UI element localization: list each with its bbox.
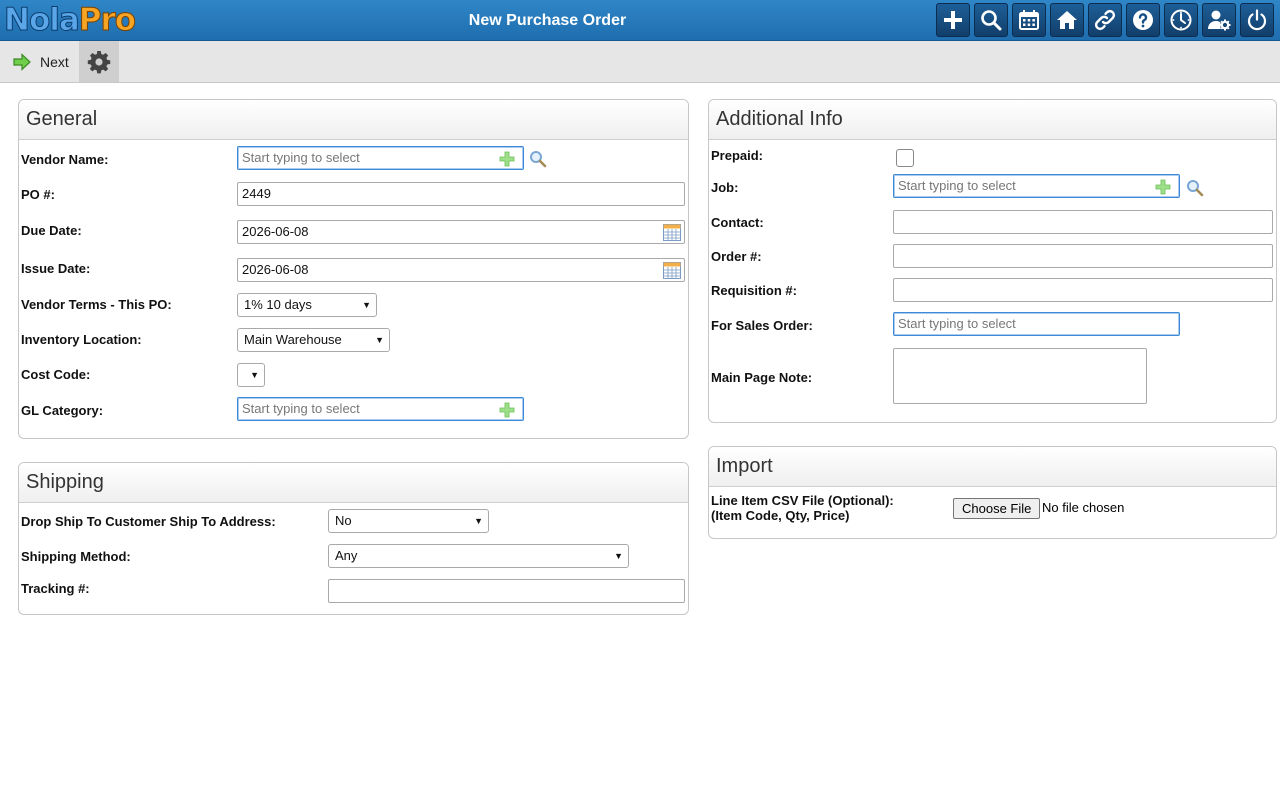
for-sales-order-input[interactable]: Start typing to select xyxy=(893,312,1180,336)
order-number-input[interactable] xyxy=(893,244,1273,268)
chevron-down-icon: ▼ xyxy=(250,370,259,380)
issue-date-value: 2026-06-08 xyxy=(242,262,309,277)
chevron-down-icon: ▼ xyxy=(375,335,384,345)
chevron-down-icon: ▼ xyxy=(474,516,483,526)
arrow-right-icon xyxy=(13,53,31,71)
clock-icon xyxy=(1170,9,1192,31)
no-file-text: No file chosen xyxy=(1042,500,1125,515)
drop-ship-value: No xyxy=(335,513,352,528)
shipping-method-select[interactable]: Any ▼ xyxy=(328,544,629,568)
import-panel: Import Line Item CSV File (Optional): (I… xyxy=(708,446,1277,539)
po-number-input[interactable]: 2449 xyxy=(237,182,685,206)
requisition-label: Requisition #: xyxy=(711,283,797,298)
calendar-picker-icon[interactable] xyxy=(663,224,681,241)
top-icon-bar xyxy=(936,3,1274,37)
prepaid-label: Prepaid: xyxy=(711,148,764,163)
shipping-method-label: Shipping Method: xyxy=(21,549,131,564)
calendar-button[interactable] xyxy=(1012,3,1046,37)
user-settings-icon xyxy=(1208,10,1231,31)
cost-code-label: Cost Code: xyxy=(21,367,91,382)
tracking-input[interactable] xyxy=(328,579,685,603)
general-panel: General Vendor Name: Start typing to sel… xyxy=(18,99,689,439)
link-button[interactable] xyxy=(1088,3,1122,37)
requisition-input[interactable] xyxy=(893,278,1273,302)
top-header: NolaPro New Purchase Order xyxy=(0,0,1280,41)
vendor-terms-label: Vendor Terms - This PO: xyxy=(21,297,172,312)
general-title: General xyxy=(19,100,688,140)
job-label: Job: xyxy=(711,180,739,195)
chevron-down-icon: ▼ xyxy=(362,300,371,310)
add-icon xyxy=(944,11,962,29)
job-placeholder: Start typing to select xyxy=(898,178,1016,193)
vendor-terms-select[interactable]: 1% 10 days ▼ xyxy=(237,293,377,317)
vendor-name-input[interactable]: Start typing to select xyxy=(237,146,524,170)
for-sales-order-label: For Sales Order: xyxy=(711,318,813,333)
link-icon xyxy=(1094,9,1116,31)
settings-button[interactable] xyxy=(79,41,119,82)
help-icon xyxy=(1133,10,1153,30)
for-sales-order-placeholder: Start typing to select xyxy=(898,316,1016,331)
main-page-note-textarea[interactable] xyxy=(893,348,1147,404)
issue-date-label: Issue Date: xyxy=(21,261,91,276)
power-icon xyxy=(1247,9,1267,31)
chevron-down-icon: ▼ xyxy=(614,551,623,561)
inventory-location-label: Inventory Location: xyxy=(21,332,142,347)
home-icon xyxy=(1057,11,1077,29)
drop-ship-label: Drop Ship To Customer Ship To Address: xyxy=(21,514,276,529)
inventory-location-value: Main Warehouse xyxy=(244,332,342,347)
add-gl-category-icon[interactable] xyxy=(499,402,515,418)
order-number-label: Order #: xyxy=(711,249,762,264)
import-title: Import xyxy=(709,447,1276,487)
gl-category-input[interactable]: Start typing to select xyxy=(237,397,524,421)
drop-ship-select[interactable]: No ▼ xyxy=(328,509,489,533)
calendar-picker-icon[interactable] xyxy=(663,262,681,279)
prepaid-checkbox[interactable] xyxy=(896,149,914,167)
home-button[interactable] xyxy=(1050,3,1084,37)
calendar-icon xyxy=(1019,10,1039,30)
page-title: New Purchase Order xyxy=(468,12,627,29)
next-button[interactable]: Next xyxy=(12,50,69,74)
due-date-label: Due Date: xyxy=(21,223,82,238)
po-number-label: PO #: xyxy=(21,187,55,202)
history-button[interactable] xyxy=(1164,3,1198,37)
inventory-location-select[interactable]: Main Warehouse ▼ xyxy=(237,328,390,352)
contact-input[interactable] xyxy=(893,210,1273,234)
job-input[interactable]: Start typing to select xyxy=(893,174,1180,198)
cost-code-select[interactable]: ▼ xyxy=(237,363,265,387)
action-toolbar: Next xyxy=(0,41,1280,83)
shipping-method-value: Any xyxy=(335,548,358,563)
shipping-title: Shipping xyxy=(19,463,688,503)
vendor-name-placeholder: Start typing to select xyxy=(242,150,360,165)
csv-file-label-line1: Line Item CSV File (Optional): xyxy=(711,493,894,508)
contact-label: Contact: xyxy=(711,215,764,230)
issue-date-input[interactable]: 2026-06-08 xyxy=(237,258,685,282)
tracking-label: Tracking #: xyxy=(21,581,90,596)
csv-file-label-line2: (Item Code, Qty, Price) xyxy=(711,508,850,523)
additional-info-title: Additional Info xyxy=(709,100,1276,140)
main-page-note-label: Main Page Note: xyxy=(711,370,813,385)
search-button[interactable] xyxy=(974,3,1008,37)
due-date-value: 2026-06-08 xyxy=(242,224,309,239)
add-button[interactable] xyxy=(936,3,970,37)
add-job-icon[interactable] xyxy=(1155,179,1171,195)
additional-info-panel: Additional Info Prepaid: Job: Start typi… xyxy=(708,99,1277,423)
gear-icon xyxy=(87,50,111,73)
choose-file-button[interactable]: Choose File xyxy=(953,498,1041,519)
vendor-name-label: Vendor Name: xyxy=(21,152,109,167)
help-button[interactable] xyxy=(1126,3,1160,37)
vendor-search-icon[interactable] xyxy=(529,150,547,168)
shipping-panel: Shipping Drop Ship To Customer Ship To A… xyxy=(18,462,689,615)
csv-file-label: Line Item CSV File (Optional): (Item Cod… xyxy=(711,493,894,523)
gl-category-label: GL Category: xyxy=(21,403,104,418)
vendor-terms-value: 1% 10 days xyxy=(244,297,312,312)
job-search-icon[interactable] xyxy=(1186,179,1204,197)
next-button-label: Next xyxy=(40,54,69,70)
user-settings-button[interactable] xyxy=(1202,3,1236,37)
search-icon xyxy=(981,10,1002,31)
gl-category-placeholder: Start typing to select xyxy=(242,401,360,416)
logout-button[interactable] xyxy=(1240,3,1274,37)
due-date-input[interactable]: 2026-06-08 xyxy=(237,220,685,244)
add-vendor-icon[interactable] xyxy=(499,151,515,167)
